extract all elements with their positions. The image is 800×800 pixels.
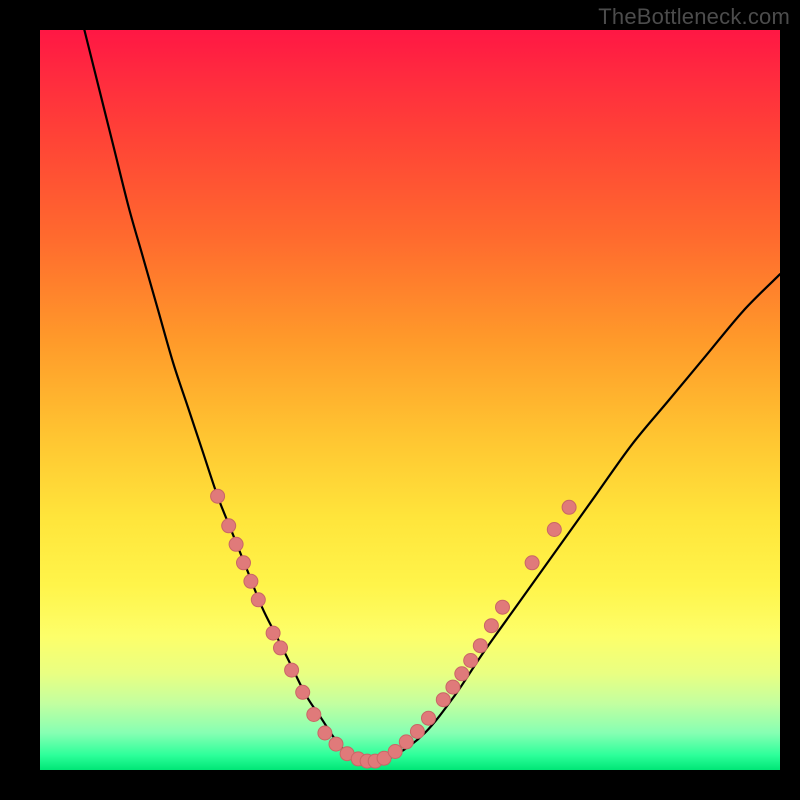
- data-marker: [525, 556, 539, 570]
- data-marker: [562, 500, 576, 514]
- data-marker: [211, 489, 225, 503]
- data-marker: [464, 654, 478, 668]
- data-marker: [473, 639, 487, 653]
- data-marker: [307, 708, 321, 722]
- data-marker: [296, 685, 310, 699]
- marker-group: [211, 489, 576, 768]
- data-marker: [436, 693, 450, 707]
- data-marker: [422, 711, 436, 725]
- bottleneck-curve: [84, 30, 780, 763]
- data-marker: [547, 523, 561, 537]
- data-marker: [399, 735, 413, 749]
- data-marker: [329, 737, 343, 751]
- data-marker: [229, 537, 243, 551]
- data-marker: [285, 663, 299, 677]
- data-marker: [318, 726, 332, 740]
- curve-layer: [40, 30, 780, 770]
- data-marker: [446, 680, 460, 694]
- data-marker: [455, 667, 469, 681]
- data-marker: [388, 745, 402, 759]
- data-marker: [266, 626, 280, 640]
- plot-area: [40, 30, 780, 770]
- data-marker: [274, 641, 288, 655]
- data-marker: [237, 556, 251, 570]
- chart-frame: TheBottleneck.com: [0, 0, 800, 800]
- data-marker: [410, 725, 424, 739]
- data-marker: [484, 619, 498, 633]
- data-marker: [244, 574, 258, 588]
- watermark-text: TheBottleneck.com: [598, 4, 790, 30]
- series-group: [84, 30, 780, 763]
- data-marker: [496, 600, 510, 614]
- data-marker: [251, 593, 265, 607]
- data-marker: [222, 519, 236, 533]
